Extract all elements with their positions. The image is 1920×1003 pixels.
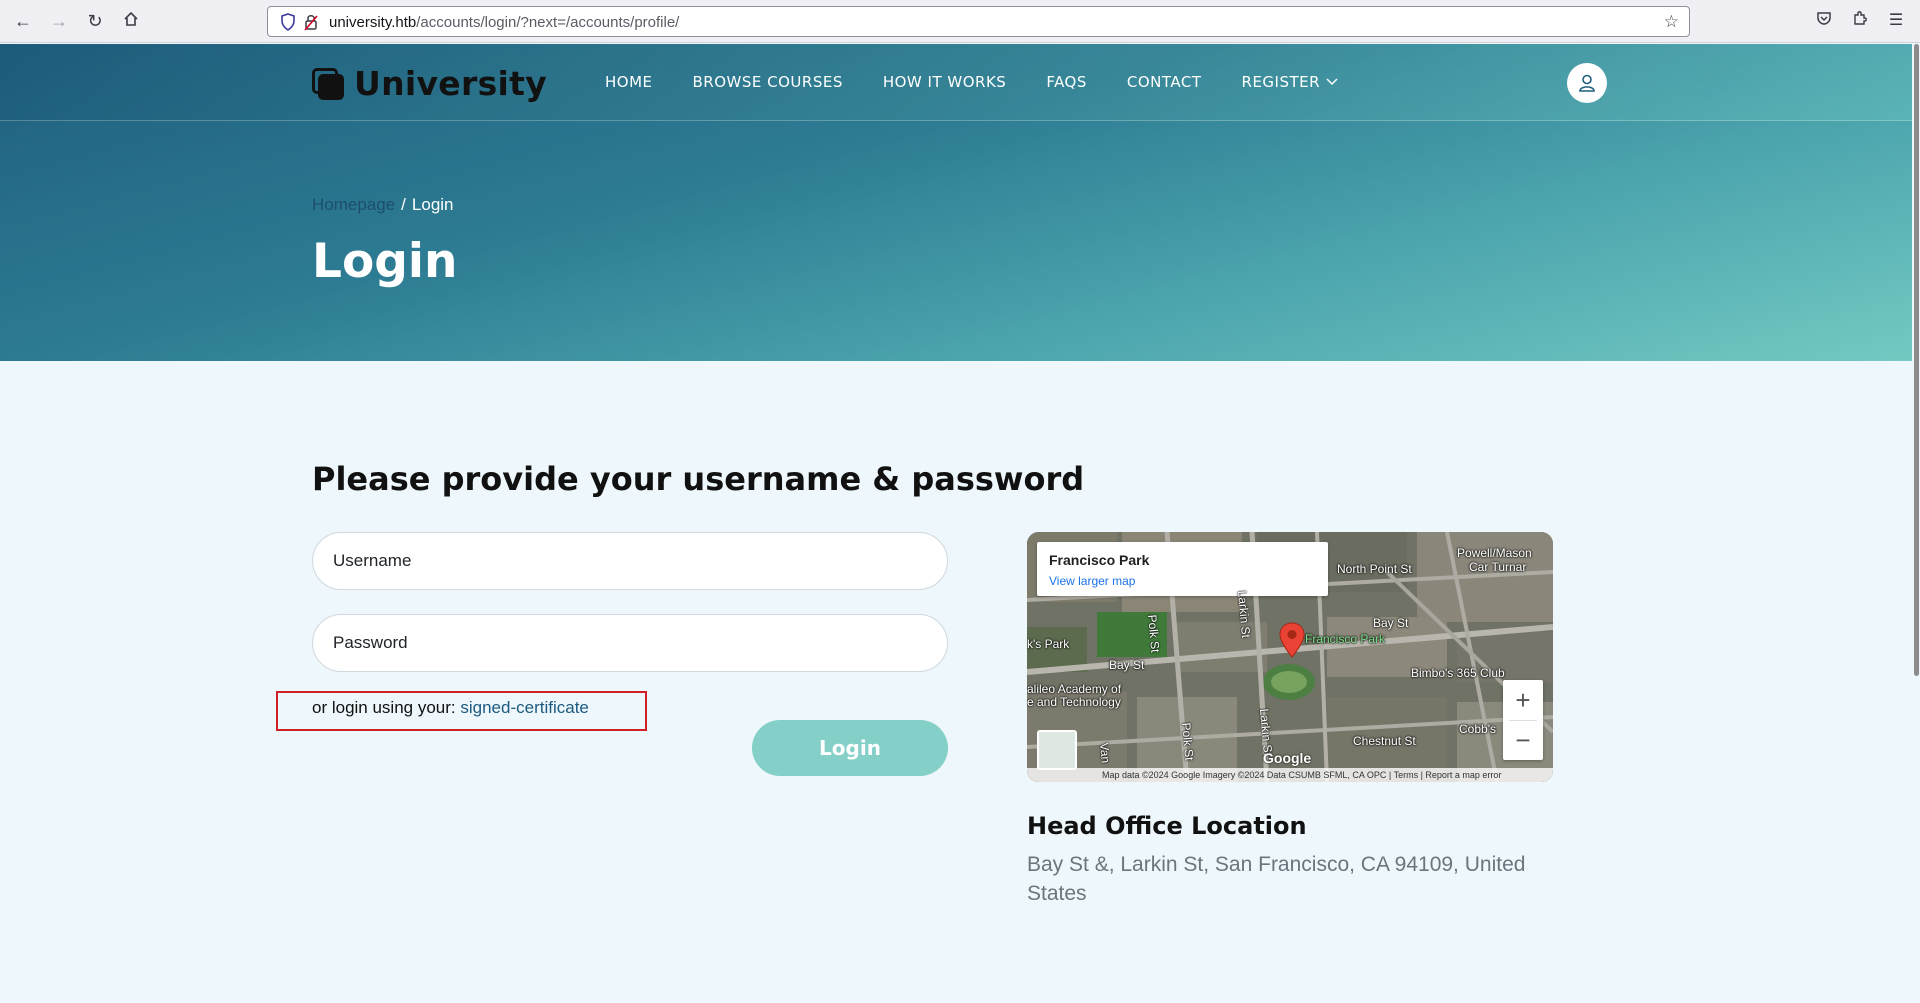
logo-text: University bbox=[354, 64, 548, 103]
bookmark-star-icon[interactable]: ☆ bbox=[1664, 12, 1679, 32]
breadcrumb-current: Login bbox=[411, 195, 454, 214]
map-label: alileo Academy of bbox=[1027, 682, 1122, 696]
breadcrumb-home-link[interactable]: Homepage bbox=[312, 195, 395, 214]
tracking-shield-icon[interactable] bbox=[280, 13, 296, 36]
map-embed[interactable]: Francisco Park View larger map North Poi… bbox=[1027, 532, 1553, 782]
page-scrollbar[interactable] bbox=[1912, 44, 1920, 1003]
browser-toolbar: ← → ↻ university.htb/accounts/login/?nex… bbox=[0, 0, 1920, 43]
home-icon[interactable] bbox=[120, 10, 142, 32]
google-logo: Google bbox=[1263, 750, 1312, 766]
nav-home[interactable]: HOME bbox=[605, 73, 653, 91]
map-label: k's Park bbox=[1027, 637, 1070, 651]
map-label: Car Turnar bbox=[1469, 560, 1527, 574]
nav-faqs[interactable]: FAQS bbox=[1046, 73, 1087, 91]
view-larger-map-link[interactable]: View larger map bbox=[1049, 574, 1135, 588]
office-address: Bay St &, Larkin St, San Francisco, CA 9… bbox=[1027, 853, 1526, 905]
username-input[interactable] bbox=[312, 532, 948, 590]
map-label: Powell/Mason bbox=[1457, 546, 1532, 560]
map-label: Francisco Park bbox=[1305, 632, 1386, 646]
page-title: Login bbox=[312, 234, 458, 289]
zoom-in-button[interactable]: + bbox=[1503, 680, 1543, 720]
map-label: Bay St bbox=[1109, 658, 1145, 672]
url-bar[interactable]: university.htb/accounts/login/?next=/acc… bbox=[267, 6, 1690, 37]
forward-icon[interactable]: → bbox=[48, 10, 70, 32]
map-attribution: Map data ©2024 Google Imagery ©2024 Data… bbox=[1027, 768, 1553, 782]
url-text: university.htb/accounts/login/?next=/acc… bbox=[329, 14, 680, 31]
map-layer-toggle[interactable] bbox=[1037, 730, 1077, 770]
nav-contact[interactable]: CONTACT bbox=[1127, 73, 1202, 91]
user-icon bbox=[1579, 74, 1595, 92]
nav-how-it-works[interactable]: HOW IT WORKS bbox=[883, 73, 1006, 91]
map-info-card: Francisco Park View larger map bbox=[1037, 542, 1328, 596]
back-icon[interactable]: ← bbox=[12, 10, 34, 32]
nav-browse-courses[interactable]: BROWSE COURSES bbox=[693, 73, 843, 91]
office-title: Head Office Location bbox=[1027, 812, 1307, 840]
map-label: Chestnut St bbox=[1353, 734, 1416, 748]
extensions-icon[interactable] bbox=[1849, 10, 1871, 32]
map-label: North Point St bbox=[1337, 562, 1412, 576]
lock-icon[interactable] bbox=[304, 13, 318, 36]
reload-icon[interactable]: ↻ bbox=[84, 10, 106, 32]
form-heading: Please provide your username & password bbox=[312, 460, 1085, 498]
map-label: Bay St bbox=[1373, 616, 1409, 630]
login-button[interactable]: Login bbox=[752, 720, 948, 776]
hero-banner: University HOME BROWSE COURSES HOW IT WO… bbox=[0, 44, 1918, 361]
main-nav: HOME BROWSE COURSES HOW IT WORKS FAQS CO… bbox=[605, 73, 1338, 91]
breadcrumb: Homepage / Login bbox=[312, 195, 454, 215]
signed-certificate-link[interactable]: signed-certificate bbox=[460, 698, 589, 717]
zoom-out-button[interactable]: − bbox=[1503, 720, 1543, 760]
map-label: Cobb's bbox=[1459, 722, 1496, 736]
site-header: University HOME BROWSE COURSES HOW IT WO… bbox=[0, 44, 1918, 121]
password-input[interactable] bbox=[312, 614, 948, 672]
logo-icon bbox=[312, 67, 344, 100]
map-zoom-controls: + − bbox=[1503, 680, 1543, 760]
map-label: Bimbo's 365 Club bbox=[1411, 666, 1505, 680]
map-label: Van bbox=[1097, 742, 1113, 764]
chevron-down-icon bbox=[1326, 78, 1338, 86]
user-account-button[interactable] bbox=[1567, 63, 1607, 103]
map-pin-icon[interactable] bbox=[1279, 622, 1305, 658]
scrollbar-thumb[interactable] bbox=[1914, 44, 1919, 676]
breadcrumb-separator: / bbox=[401, 195, 406, 214]
nav-register-label: REGISTER bbox=[1241, 73, 1321, 91]
alt-login-prefix: or login using your: bbox=[312, 698, 461, 717]
nav-register[interactable]: REGISTER bbox=[1242, 73, 1339, 91]
map-label: e and Technology bbox=[1027, 695, 1121, 709]
pocket-icon[interactable] bbox=[1813, 10, 1835, 32]
site-logo[interactable]: University bbox=[312, 64, 547, 103]
alt-login-text: or login using your: signed-certificate bbox=[312, 698, 589, 718]
map-place-name: Francisco Park bbox=[1049, 552, 1150, 568]
menu-icon[interactable]: ☰ bbox=[1885, 10, 1907, 32]
